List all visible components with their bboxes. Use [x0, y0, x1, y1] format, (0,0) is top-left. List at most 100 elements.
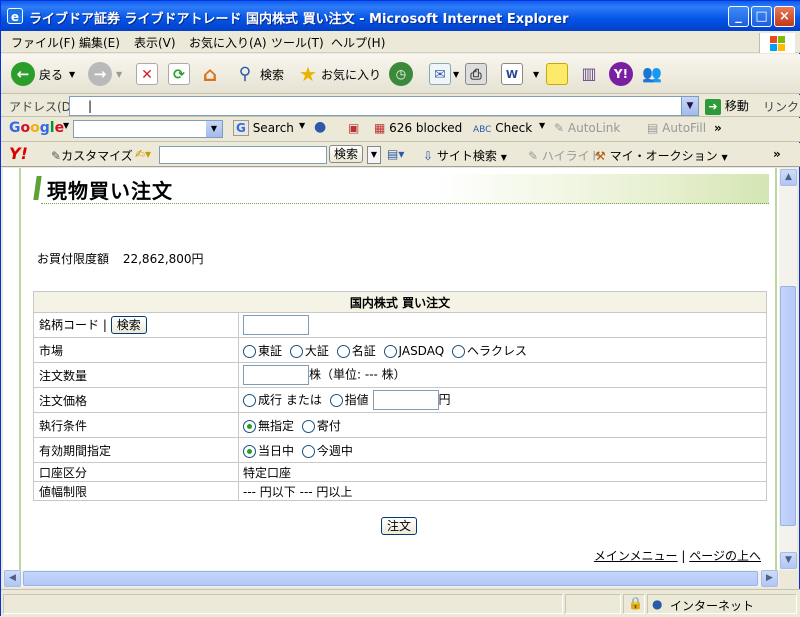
yahoo-highlight-icon[interactable]: ✍▾: [135, 147, 151, 161]
status-progress: [565, 594, 621, 614]
quantity-input[interactable]: [243, 365, 309, 385]
search-button[interactable]: ⚲ 検索: [234, 60, 284, 88]
close-button[interactable]: ×: [774, 6, 795, 27]
refresh-button[interactable]: ⟳: [168, 60, 190, 88]
yahoo-search-button[interactable]: 検索: [329, 145, 364, 163]
research-button[interactable]: ▥: [578, 60, 600, 88]
back-button[interactable]: ← 戻る ▼: [11, 60, 75, 88]
limit-price-input[interactable]: [372, 390, 439, 410]
menu-help[interactable]: ヘルプ(H): [331, 34, 385, 51]
order-table-title: 国内株式 買い注文: [33, 291, 767, 313]
period-radio-today[interactable]: 当日中: [243, 444, 294, 458]
scroll-right-icon[interactable]: ▶: [761, 570, 778, 587]
note-icon: [546, 63, 568, 85]
price-radio-market[interactable]: 成行 または: [243, 393, 322, 407]
menu-edit[interactable]: 編集(E): [79, 34, 120, 51]
page-top-link[interactable]: ページの上へ: [689, 549, 761, 563]
autofill-label: AutoFill: [662, 121, 707, 135]
vertical-scroll-thumb[interactable]: [780, 286, 796, 526]
home-button[interactable]: ⌂: [199, 60, 221, 88]
edit-button[interactable]: W ▼: [501, 60, 539, 88]
search-label: 検索: [260, 67, 285, 82]
customize-button[interactable]: ✎カスタマイズ: [51, 147, 133, 164]
google-logo[interactable]: Google: [9, 120, 64, 136]
period-cell: 当日中 今週中: [238, 437, 767, 463]
pagerank-icon[interactable]: ●: [314, 119, 326, 135]
yahoo-messenger-button[interactable]: Y!: [609, 60, 633, 88]
menu-tools[interactable]: ツール(T): [271, 34, 324, 51]
mail-button[interactable]: ✉ ▼: [429, 60, 459, 88]
google-menu-arrow-icon[interactable]: ▼: [63, 121, 69, 130]
market-label: 市場: [33, 337, 239, 363]
condition-radio-none[interactable]: 無指定: [243, 419, 294, 433]
horizontal-scroll-thumb[interactable]: [23, 571, 758, 586]
stock-code-input[interactable]: [243, 315, 309, 335]
autolink-icon: ✎: [554, 121, 565, 135]
condition-radio-opening[interactable]: 寄付: [301, 419, 341, 433]
code-search-button[interactable]: 検索: [110, 316, 147, 334]
market-radio-osaka[interactable]: 大証: [289, 344, 329, 358]
yahoo-logo-icon[interactable]: Y!: [9, 144, 28, 163]
menu-file[interactable]: ファイル(F): [11, 34, 75, 51]
buying-limit: お買付限度額 22,862,800円: [37, 250, 214, 267]
discuss-button[interactable]: [546, 60, 568, 88]
main-menu-link[interactable]: メインメニュー: [594, 549, 678, 563]
market-radio-tokyo[interactable]: 東証: [243, 344, 282, 358]
popup-blocked-count[interactable]: ▦ 626 blocked: [374, 121, 462, 135]
table-row: 注文価格 成行 または 指値 円: [33, 387, 767, 413]
market-radio-nagoya[interactable]: 名証: [336, 344, 376, 358]
address-input[interactable]: | ▼: [69, 96, 699, 116]
yahoo-search-dropdown-icon[interactable]: ▼: [367, 146, 381, 164]
home-icon: ⌂: [202, 62, 218, 86]
menu-view[interactable]: 表示(V): [134, 34, 176, 51]
market-radio-hercules[interactable]: ヘラクレス: [452, 344, 527, 358]
highlight-button[interactable]: ✎ ハイライト: [528, 147, 602, 164]
blocked-icon: ▦: [374, 121, 386, 135]
history-button[interactable]: ◷: [389, 60, 413, 88]
print-button[interactable]: ⎙: [465, 60, 487, 88]
menu-favorites[interactable]: お気に入り(A): [189, 34, 267, 51]
period-radio-week[interactable]: 今週中: [301, 444, 353, 458]
scroll-down-icon[interactable]: ▼: [780, 552, 797, 569]
minimize-button[interactable]: _: [728, 6, 749, 27]
google-search-input[interactable]: ▼: [73, 120, 223, 138]
go-button[interactable]: ➜ 移動: [705, 97, 749, 115]
check-arrow-icon[interactable]: ▼: [539, 121, 545, 130]
status-bar: 🔒 ● インターネット: [1, 589, 800, 617]
yahoo-search-input[interactable]: [159, 146, 327, 164]
google-search-button[interactable]: G Search: [233, 120, 294, 136]
vertical-scrollbar[interactable]: ▲ ▼: [779, 168, 797, 570]
forward-button[interactable]: → ▼: [88, 60, 122, 88]
table-row: 銘柄コード | 検索: [33, 312, 767, 338]
content-border-left: [19, 168, 21, 570]
site-search-button[interactable]: ⇩ サイト検索 ▼: [423, 147, 507, 164]
market-radio-jasdaq[interactable]: JASDAQ: [383, 344, 444, 358]
messenger-button[interactable]: 👥: [641, 60, 663, 88]
order-submit-button[interactable]: 注文: [381, 517, 418, 535]
address-value: |: [88, 99, 93, 113]
google-more-chevron-icon[interactable]: »: [714, 121, 722, 135]
stop-button[interactable]: ✕: [136, 60, 158, 88]
account-label: 口座区分: [33, 462, 239, 482]
horizontal-scrollbar[interactable]: ◀ ▶: [3, 570, 779, 587]
scroll-up-icon[interactable]: ▲: [780, 169, 797, 186]
spellcheck-button[interactable]: ABC Check: [473, 121, 532, 135]
favorites-button[interactable]: ★ お気に入り: [297, 60, 381, 88]
yahoo-mail-icon[interactable]: ▤▾: [387, 147, 404, 161]
google-dropdown-icon[interactable]: ▼: [206, 121, 222, 137]
links-label[interactable]: リンク: [763, 98, 799, 115]
google-search-arrow-icon[interactable]: ▼: [299, 121, 305, 130]
maximize-button[interactable]: □: [751, 6, 772, 27]
word-icon: W: [501, 63, 523, 85]
yahoo-more-chevron-icon[interactable]: »: [773, 147, 781, 161]
my-auction-button[interactable]: ⚒ マイ・オークション ▼: [595, 147, 728, 164]
back-arrow-icon: ←: [11, 62, 35, 86]
status-text: [3, 594, 563, 614]
autolink-button[interactable]: ✎ AutoLink: [554, 121, 620, 135]
lock-icon: 🔒: [628, 596, 643, 610]
address-dropdown-icon[interactable]: ▼: [681, 97, 698, 115]
autofill-button[interactable]: ▤ AutoFill: [647, 121, 706, 135]
footer-link-separator: |: [681, 549, 686, 563]
price-radio-limit[interactable]: 指値: [329, 393, 369, 407]
scroll-left-icon[interactable]: ◀: [4, 570, 21, 587]
